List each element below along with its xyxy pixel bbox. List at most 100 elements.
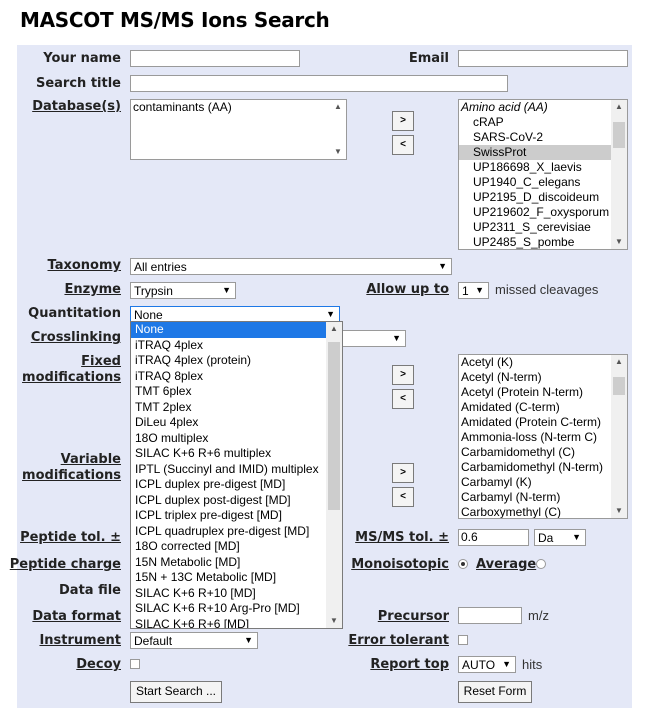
- decoy-checkbox[interactable]: [130, 659, 140, 669]
- modification-item[interactable]: Amidated (Protein C-term): [459, 415, 627, 430]
- quantitation-option[interactable]: iTRAQ 8plex: [131, 369, 342, 385]
- decoy-label[interactable]: Decoy: [76, 657, 121, 672]
- databases-label[interactable]: Database(s): [32, 99, 121, 114]
- search-title-input[interactable]: [130, 75, 508, 92]
- modification-item[interactable]: Acetyl (Protein N-term): [459, 385, 627, 400]
- modification-item[interactable]: Acetyl (N-term): [459, 370, 627, 385]
- quantitation-option[interactable]: TMT 6plex: [131, 384, 342, 400]
- report-top-select[interactable]: AUTO ▼: [458, 656, 516, 673]
- msms-tol-input[interactable]: 0.6: [458, 529, 529, 546]
- quantitation-option[interactable]: IPTL (Succinyl and IMID) multiplex: [131, 462, 342, 478]
- quantitation-option[interactable]: iTRAQ 4plex (protein): [131, 353, 342, 369]
- peptide-charge-label[interactable]: Peptide charge: [10, 557, 121, 572]
- quantitation-option[interactable]: 15N + 13C Metabolic [MD]: [131, 570, 342, 586]
- quantitation-dropdown-list[interactable]: None iTRAQ 4plex iTRAQ 4plex (protein) i…: [130, 321, 343, 629]
- quantitation-option[interactable]: SILAC K+6 R+10 [MD]: [131, 586, 342, 602]
- data-format-label[interactable]: Data format: [32, 609, 121, 624]
- add-database-button[interactable]: >: [392, 111, 414, 131]
- modification-item[interactable]: Ammonia-loss (N-term C): [459, 430, 627, 445]
- remove-variable-mod-button[interactable]: <: [392, 487, 414, 507]
- scrollbar-thumb[interactable]: [328, 342, 340, 510]
- taxonomy-label[interactable]: Taxonomy: [48, 258, 122, 273]
- quantitation-option[interactable]: iTRAQ 4plex: [131, 338, 342, 354]
- precursor-input[interactable]: [458, 607, 522, 624]
- scroll-up-icon[interactable]: ▲: [326, 322, 342, 336]
- start-search-button[interactable]: Start Search ...: [130, 681, 222, 703]
- scrollbar-thumb[interactable]: [613, 377, 625, 395]
- database-item[interactable]: UP2195_D_discoideum: [459, 190, 627, 205]
- crosslinking-label[interactable]: Crosslinking: [31, 330, 121, 345]
- available-databases-list[interactable]: Amino acid (AA) cRAP SARS-CoV-2 SwissPro…: [458, 99, 628, 250]
- database-item[interactable]: UP1940_C_elegans: [459, 175, 627, 190]
- quantitation-option[interactable]: ICPL quadruplex pre-digest [MD]: [131, 524, 342, 540]
- taxonomy-select[interactable]: All entries ▼: [130, 258, 452, 275]
- enzyme-label[interactable]: Enzyme: [64, 282, 121, 297]
- quantitation-option[interactable]: DiLeu 4plex: [131, 415, 342, 431]
- remove-database-button[interactable]: <: [392, 135, 414, 155]
- database-item[interactable]: UP2485_S_pombe: [459, 235, 627, 249]
- quantitation-option[interactable]: 18O multiplex: [131, 431, 342, 447]
- monoisotopic-radio[interactable]: [458, 559, 468, 569]
- database-item-highlighted[interactable]: SwissProt: [459, 145, 627, 160]
- modification-item[interactable]: Carbamyl (K): [459, 475, 627, 490]
- selected-database-item[interactable]: contaminants (AA): [131, 100, 346, 115]
- database-item[interactable]: UP2311_S_cerevisiae: [459, 220, 627, 235]
- average-label[interactable]: Average: [476, 557, 536, 572]
- your-name-input[interactable]: [130, 50, 300, 67]
- error-tolerant-checkbox[interactable]: [458, 635, 468, 645]
- database-item[interactable]: UP219602_F_oxysporum: [459, 205, 627, 220]
- modification-item[interactable]: Acetyl (K): [459, 355, 627, 370]
- report-top-label[interactable]: Report top: [370, 657, 449, 672]
- scrollbar-thumb[interactable]: [613, 122, 625, 148]
- database-item[interactable]: SARS-CoV-2: [459, 130, 627, 145]
- modification-item[interactable]: Carbamidomethyl (N-term): [459, 460, 627, 475]
- quantitation-option[interactable]: SILAC K+6 R+6 [MD]: [131, 617, 342, 629]
- scroll-up-icon[interactable]: ▲: [611, 355, 627, 369]
- scroll-up-icon[interactable]: ▲: [330, 100, 346, 114]
- quantitation-dropdown-scrollbar[interactable]: ▲ ▼: [326, 322, 342, 628]
- allow-up-to-label[interactable]: Allow up to: [366, 282, 449, 297]
- average-radio[interactable]: [536, 559, 546, 569]
- missed-cleavages-select[interactable]: 1 ▼: [458, 282, 489, 299]
- precursor-label[interactable]: Precursor: [378, 609, 449, 624]
- fixed-mods-label[interactable]: Fixed modifications: [22, 354, 121, 386]
- available-databases-scrollbar[interactable]: ▲ ▼: [611, 100, 627, 249]
- quantitation-option[interactable]: ICPL triplex pre-digest [MD]: [131, 508, 342, 524]
- selected-databases-scrollbar[interactable]: ▲ ▼: [330, 100, 346, 159]
- variable-mods-label[interactable]: Variable modifications: [22, 452, 121, 484]
- modification-item[interactable]: Carbamidomethyl (C): [459, 445, 627, 460]
- msms-tol-unit-select[interactable]: Da ▼: [534, 529, 586, 546]
- modifications-scrollbar[interactable]: ▲ ▼: [611, 355, 627, 518]
- database-item[interactable]: UP186698_X_laevis: [459, 160, 627, 175]
- modifications-list[interactable]: Acetyl (K) Acetyl (N-term) Acetyl (Prote…: [458, 354, 628, 519]
- modification-item[interactable]: Carboxymethyl (C): [459, 505, 627, 518]
- quantitation-option[interactable]: ICPL duplex pre-digest [MD]: [131, 477, 342, 493]
- quantitation-option[interactable]: 18O corrected [MD]: [131, 539, 342, 555]
- remove-fixed-mod-button[interactable]: <: [392, 389, 414, 409]
- error-tolerant-label[interactable]: Error tolerant: [348, 633, 449, 648]
- scroll-up-icon[interactable]: ▲: [611, 100, 627, 114]
- add-variable-mod-button[interactable]: >: [392, 463, 414, 483]
- add-fixed-mod-button[interactable]: >: [392, 365, 414, 385]
- email-input[interactable]: [458, 50, 628, 67]
- modification-item[interactable]: Amidated (C-term): [459, 400, 627, 415]
- scroll-down-icon[interactable]: ▼: [330, 145, 346, 159]
- quantitation-option[interactable]: SILAC K+6 R+10 Arg-Pro [MD]: [131, 601, 342, 617]
- quantitation-option[interactable]: TMT 2plex: [131, 400, 342, 416]
- scroll-down-icon[interactable]: ▼: [611, 235, 627, 249]
- selected-databases-list[interactable]: contaminants (AA) ▲ ▼: [130, 99, 347, 160]
- msms-tol-label[interactable]: MS/MS tol. ±: [355, 530, 449, 545]
- peptide-tol-label[interactable]: Peptide tol. ±: [20, 530, 121, 545]
- scroll-down-icon[interactable]: ▼: [326, 614, 342, 628]
- scroll-down-icon[interactable]: ▼: [611, 504, 627, 518]
- quantitation-option-selected[interactable]: None: [131, 322, 342, 338]
- monoisotopic-label[interactable]: Monoisotopic: [351, 557, 449, 572]
- modification-item[interactable]: Carbamyl (N-term): [459, 490, 627, 505]
- quantitation-option[interactable]: SILAC K+6 R+6 multiplex: [131, 446, 342, 462]
- database-item[interactable]: cRAP: [459, 115, 627, 130]
- quantitation-option[interactable]: 15N Metabolic [MD]: [131, 555, 342, 571]
- quantitation-option[interactable]: ICPL duplex post-digest [MD]: [131, 493, 342, 509]
- reset-form-button[interactable]: Reset Form: [458, 681, 532, 703]
- enzyme-select[interactable]: Trypsin ▼: [130, 282, 236, 299]
- instrument-select[interactable]: Default ▼: [130, 632, 258, 649]
